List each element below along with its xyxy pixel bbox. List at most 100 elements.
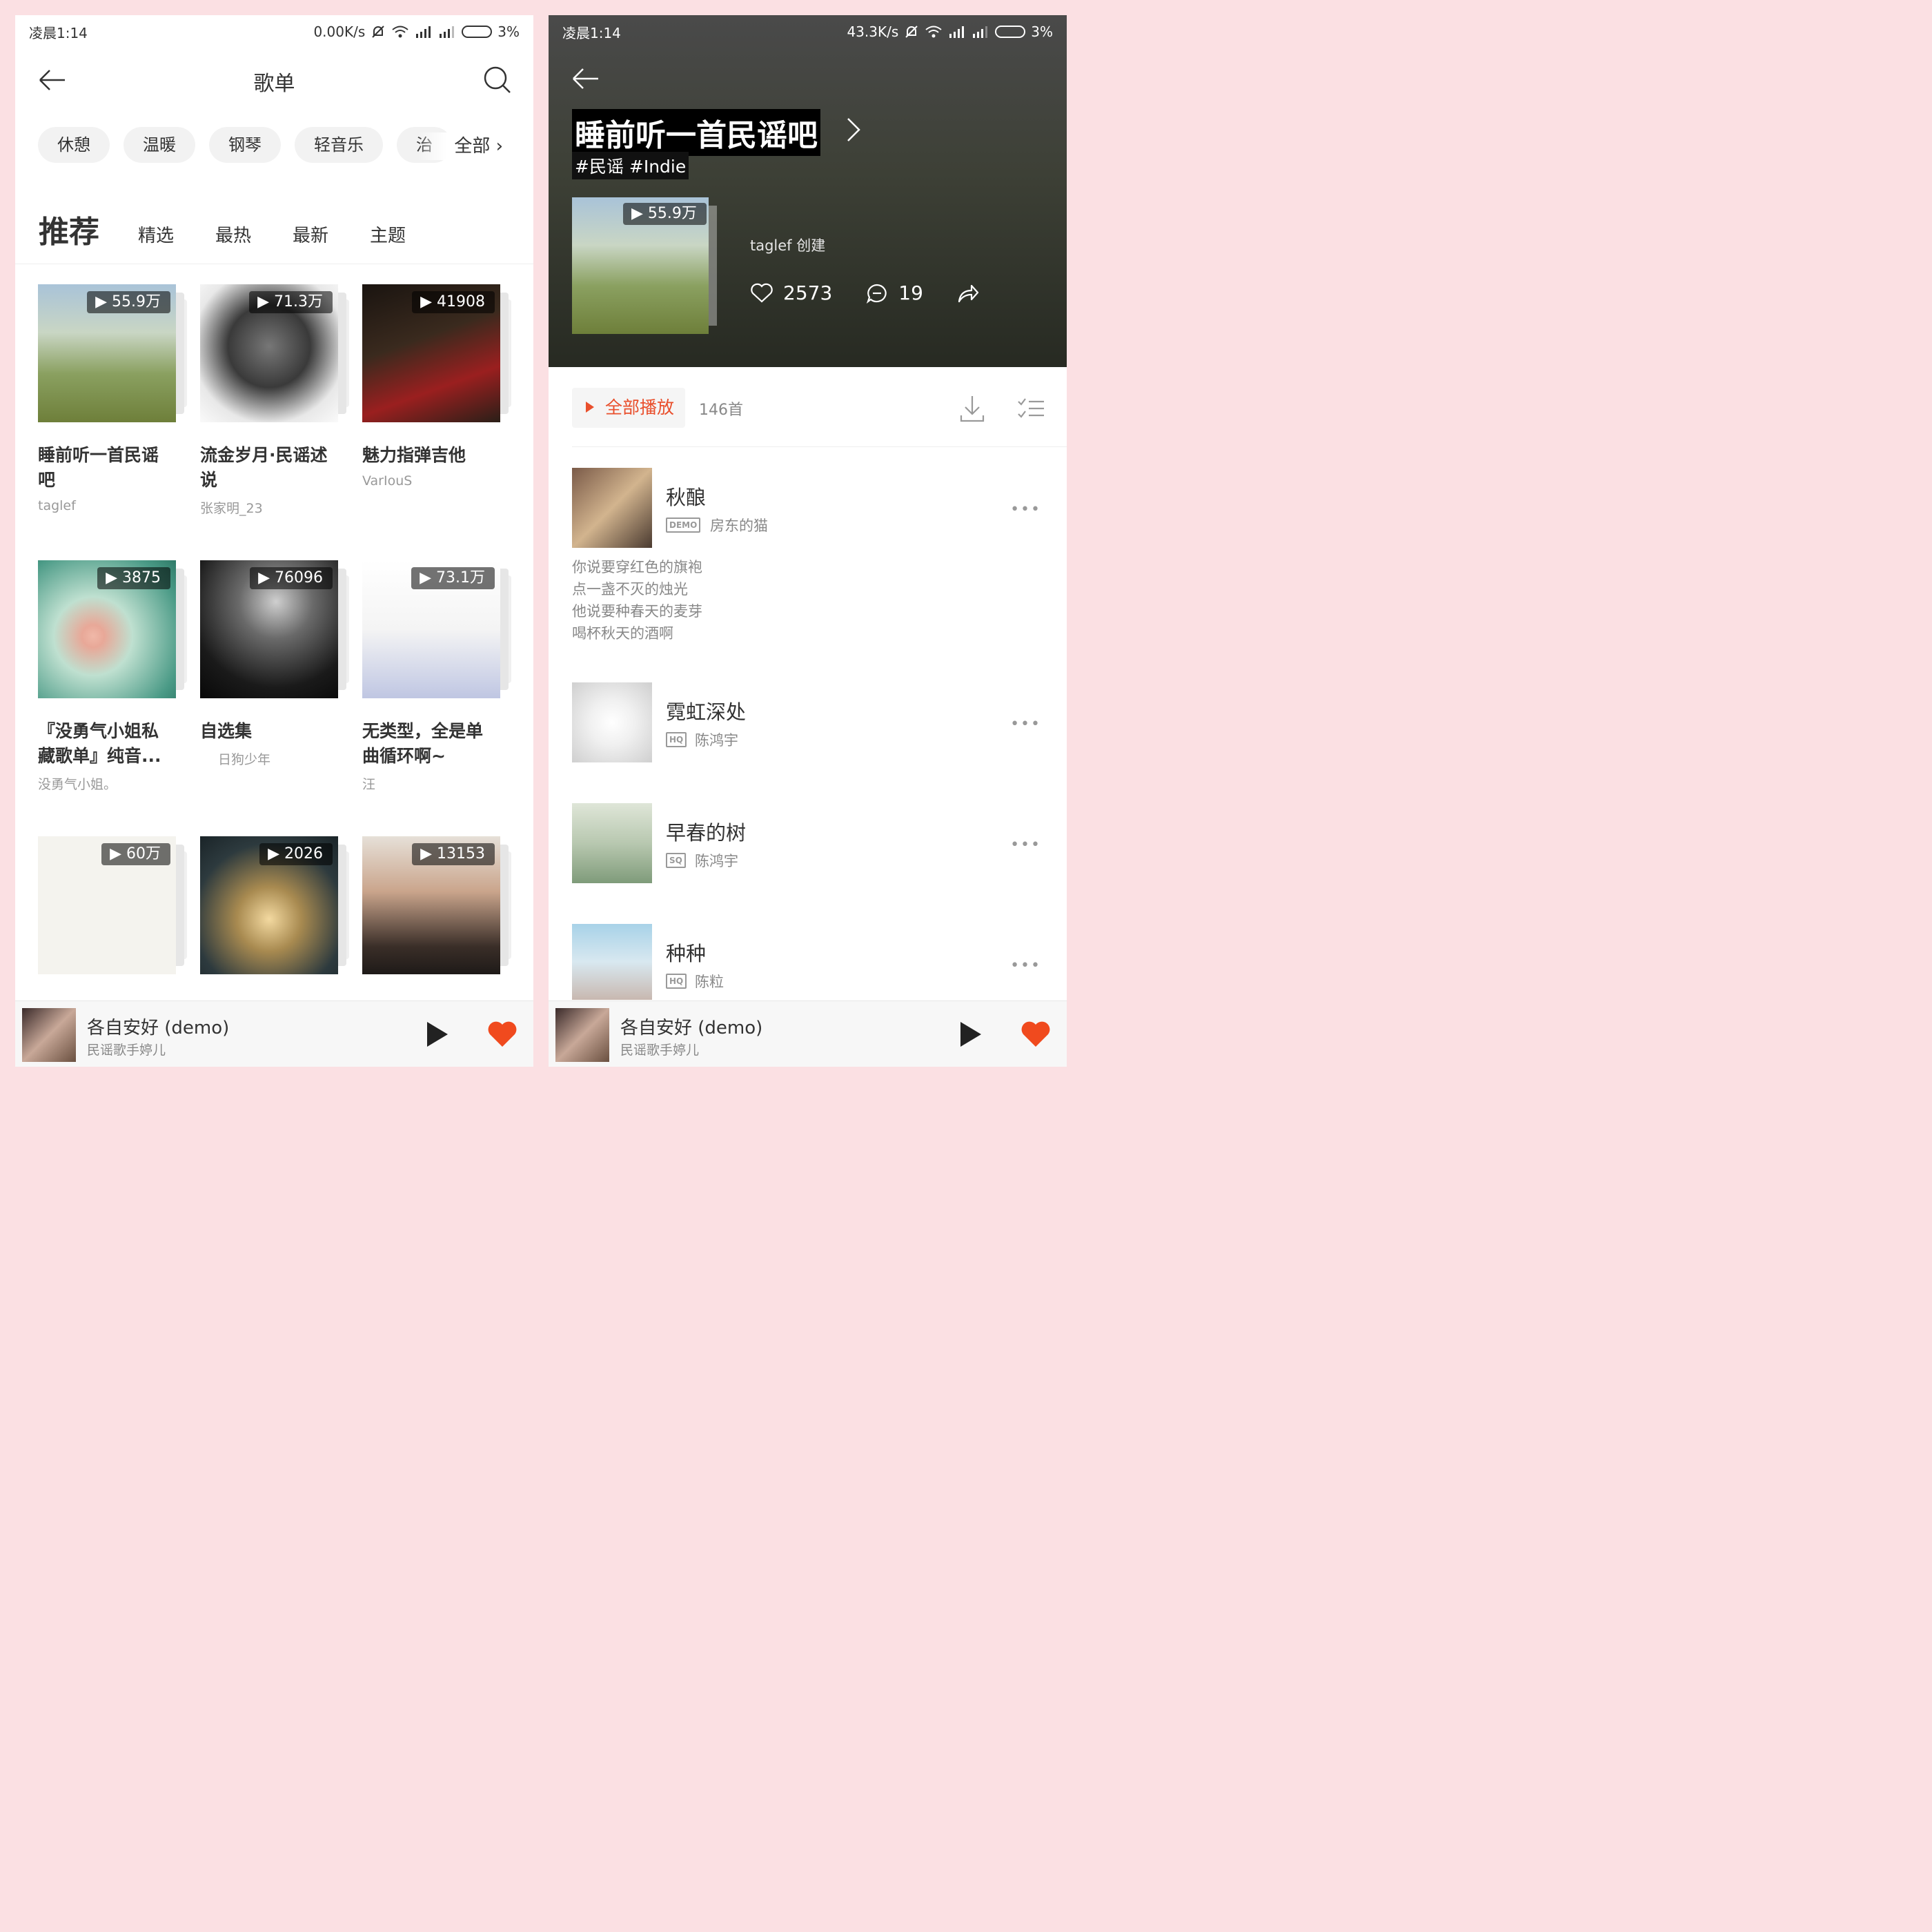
signal-icon [440,26,455,38]
song-row[interactable]: 种种 HQ 陈粒 ••• [572,924,1055,1000]
play-count-badge: ▶ 71.3万 [249,291,333,313]
signal-icon [973,26,988,38]
playlist-cover: ▶ 76096 [200,560,349,698]
heart-icon[interactable] [1020,1019,1052,1049]
song-row[interactable]: 早春的树 SQ 陈鸿宇 ••• [572,803,1055,886]
comment-button[interactable]: 19 [865,282,923,304]
playlist-hero: 凌晨1:14 43.3K/s 3% 睡前听一首民谣吧 #民谣 #Indie ▶ … [549,15,1067,367]
song-cover [572,682,652,762]
like-button[interactable]: 2573 [750,282,832,304]
now-playing-song: 各自安好 (demo) [620,1018,763,1038]
more-icon[interactable]: ••• [1010,836,1041,854]
play-icon[interactable] [423,1019,451,1049]
playlist-cover: ▶ 60万 [38,836,187,974]
playlist-card[interactable]: ▶ 71.3万 流金岁月·民谣述说 张家明_23 [200,284,352,517]
song-title: 霓虹深处 [666,700,747,724]
tab-featured[interactable]: 精选 [138,221,174,251]
playlist-title: 『没勇气小姐私藏歌单』纯音... [38,721,161,766]
song-title: 早春的树 [666,821,747,845]
download-icon[interactable] [958,393,986,424]
mini-player[interactable]: 各自安好 (demo) 民谣歌手婷儿 [15,1000,533,1067]
playlist-cover: ▶ 2026 [200,836,349,974]
playlist-title: 自选集 [200,721,253,741]
more-icon[interactable]: ••• [1010,957,1041,974]
playlist-author: 汪 [362,777,376,792]
song-row[interactable]: 秋酿 DEMO 房东的猫 ••• 你说要穿红色的旗袍 点一盏不灭的烛光 他说要种… [572,468,1055,647]
quality-badge: HQ [666,732,687,747]
playlist-title: 睡前听一首民谣吧 [38,445,159,490]
sub-tabs: 推荐 精选 最热 最新 主题 [39,207,447,251]
song-row[interactable]: 霓虹深处 HQ 陈鸿宇 ••• [572,682,1055,765]
all-categories-label: 全部 [454,136,491,157]
playlist-author: taglef [38,498,76,513]
more-icon[interactable]: ••• [1010,501,1041,518]
playlist-title: 魅力指弹吉他 [362,445,466,465]
playlist-detail-screen: 凌晨1:14 43.3K/s 3% 睡前听一首民谣吧 #民谣 #Indie ▶ … [549,15,1067,1067]
play-count-badge: ▶ 76096 [250,567,333,589]
back-arrow-icon[interactable] [571,63,601,94]
playlist-tags[interactable]: #民谣 #Indie [572,152,689,179]
playlist-card[interactable]: ▶ 41908 魅力指弹吉他 VarIouS [362,284,514,489]
playlist-card[interactable]: ▶ 13153 [362,836,514,974]
playlist-card[interactable]: ▶ 60万 [38,836,190,974]
play-count-badge: ▶ 55.9万 [87,291,170,313]
battery-level: 3% [497,23,520,40]
status-time: 凌晨1:14 [562,24,621,41]
play-count-badge: ▶ 13153 [412,843,495,865]
lyric-line: 你说要穿红色的旗袍 [572,559,702,575]
now-playing-artist: 民谣歌手婷儿 [620,1043,700,1058]
playlist-stats: 2573 19 [750,282,1013,304]
playlist-card[interactable]: ▶ 76096 自选集 日狗少年 [200,560,352,768]
playlist-card[interactable]: ▶ 2026 [200,836,352,974]
heart-icon [751,283,773,302]
playlist-cover: ▶ 41908 [362,284,511,422]
playlist-creator[interactable]: taglef 创建 [750,235,825,255]
status-bar: 凌晨1:14 43.3K/s 3% [549,15,1067,48]
tab-hottest[interactable]: 最热 [215,221,251,251]
chip-rest[interactable]: 休憩 [38,127,110,163]
divider [572,446,1067,447]
network-speed: 43.3K/s [847,23,899,40]
play-all-button[interactable]: 全部播放 [572,388,685,428]
more-icon[interactable]: ••• [1010,716,1041,733]
tab-newest[interactable]: 最新 [293,221,328,251]
playlist-card[interactable]: ▶ 55.9万 睡前听一首民谣吧 taglef [38,284,190,513]
tab-recommend[interactable]: 推荐 [39,207,99,251]
play-count-badge: ▶ 73.1万 [411,567,495,589]
multi-select-icon[interactable] [1016,395,1045,422]
playlist-author: VarIouS [362,473,413,489]
play-count-badge: ▶ 60万 [101,843,170,865]
chevron-right-icon[interactable] [845,116,863,144]
play-count-badge: ▶ 55.9万 [623,203,707,225]
chip-warm[interactable]: 温暖 [124,127,195,163]
playlist-card[interactable]: ▶ 73.1万 无类型，全是单曲循环啊~ 汪 [362,560,514,793]
play-icon [586,402,594,413]
battery-level: 3% [1031,23,1053,40]
playlist-card[interactable]: ▶ 3875 『没勇气小姐私藏歌单』纯音... 没勇气小姐。 [38,560,190,793]
play-count-badge: ▶ 3875 [97,567,170,589]
play-count-badge: ▶ 2026 [259,843,333,865]
play-icon[interactable] [956,1019,984,1049]
chip-piano[interactable]: 钢琴 [209,127,281,163]
action-bar: 全部播放 146首 [572,388,1048,429]
playlist-cover: ▶ 73.1万 [362,560,511,698]
share-button[interactable] [956,282,980,304]
battery-icon [995,26,1026,38]
chip-light-music[interactable]: 轻音乐 [295,127,383,163]
mini-player[interactable]: 各自安好 (demo) 民谣歌手婷儿 [549,1000,1067,1067]
now-playing-song: 各自安好 (demo) [87,1018,230,1038]
search-icon[interactable] [482,65,513,95]
playlist-cover: ▶ 3875 [38,560,187,698]
now-playing-artist: 民谣歌手婷儿 [87,1043,166,1058]
playlist-cover: ▶ 71.3万 [200,284,349,422]
heart-icon[interactable] [486,1019,518,1049]
playlist-author: 张家明_23 [200,501,263,516]
all-categories-button[interactable]: 全部 › [417,132,514,160]
now-playing-art [22,1008,76,1062]
tab-theme[interactable]: 主题 [370,221,406,251]
song-artist: 陈粒 [695,974,724,990]
status-time: 凌晨1:14 [29,24,88,41]
playlist-author: 日狗少年 [218,752,271,767]
playlist-title: 无类型，全是单曲循环啊~ [362,721,484,766]
song-title: 秋酿 [666,486,707,509]
